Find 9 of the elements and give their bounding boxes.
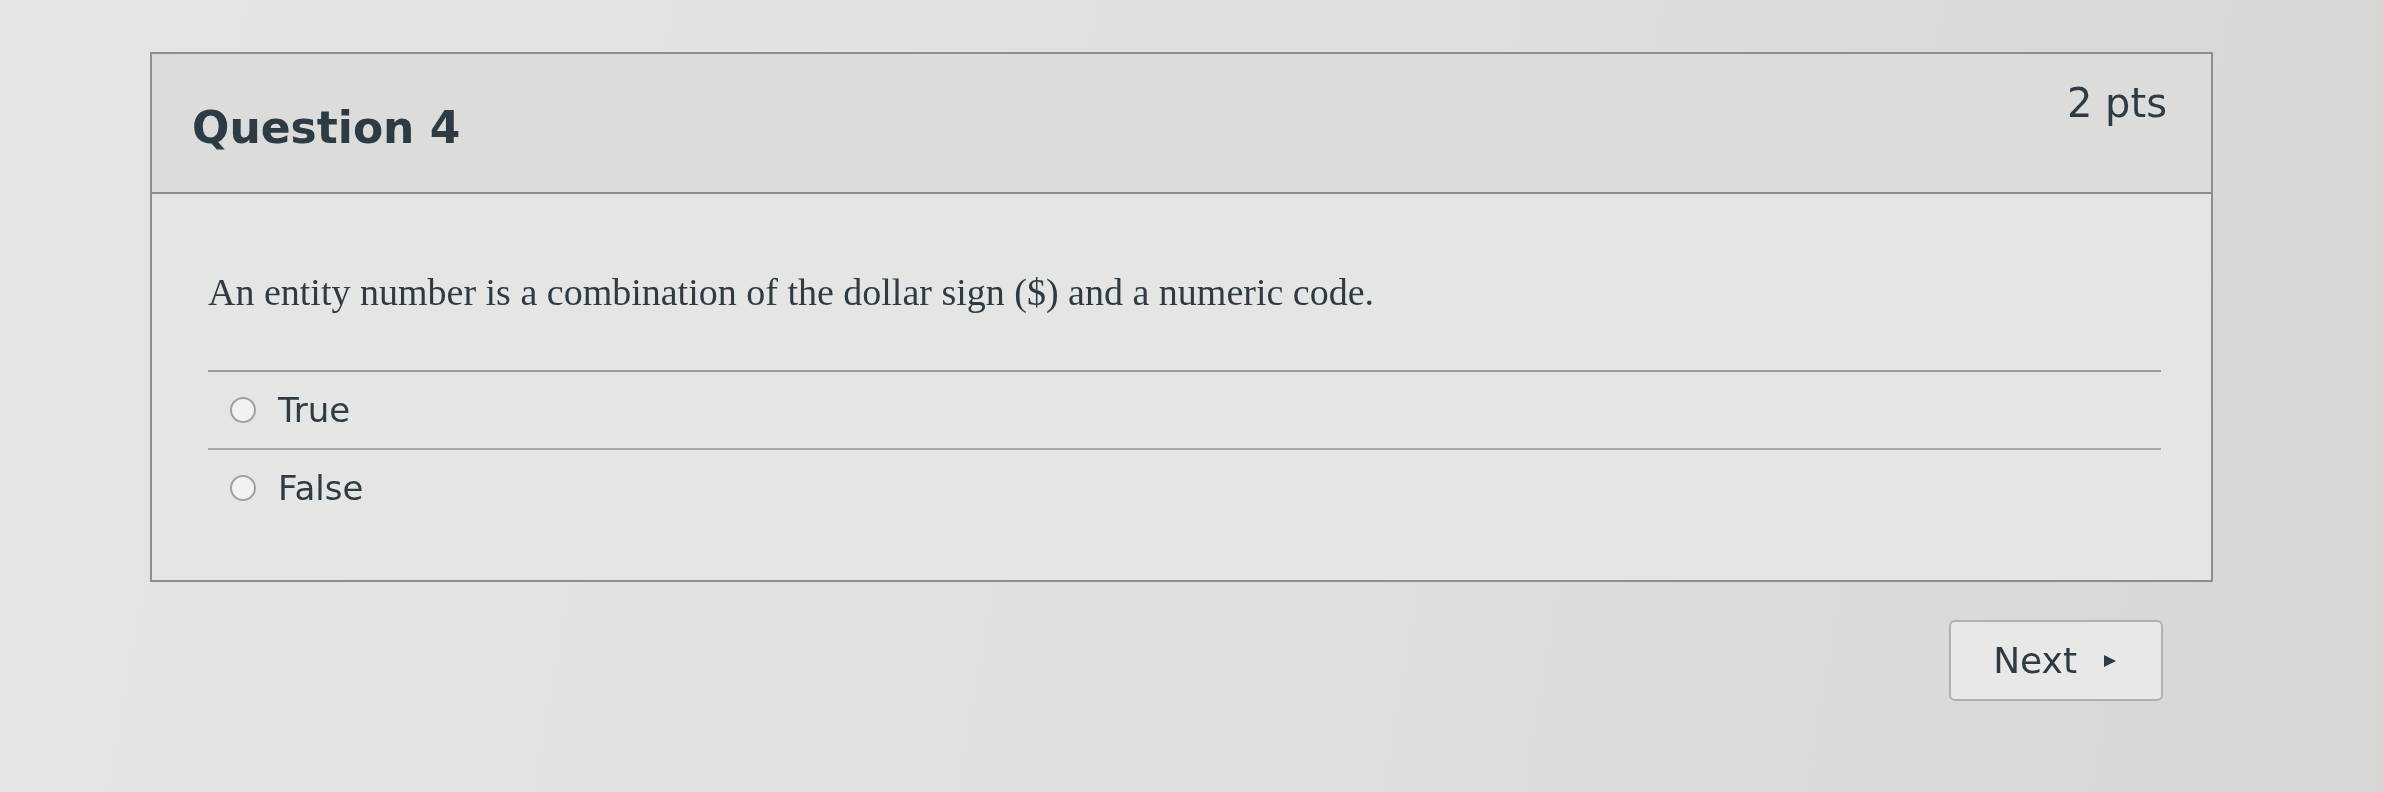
arrow-right-icon xyxy=(2103,653,2117,668)
radio-button[interactable] xyxy=(230,475,256,501)
question-text: An entity number is a combination of the dollar sign ($) and a numeric code. xyxy=(208,270,1376,314)
question-title: Question 4 xyxy=(192,102,461,153)
radio-button[interactable] xyxy=(230,397,256,423)
answer-option-label[interactable]: False xyxy=(278,468,364,508)
next-button[interactable]: Next xyxy=(1949,620,2163,701)
points-label: 2 pts xyxy=(2066,80,2167,126)
answer-option-label[interactable]: True xyxy=(278,390,351,430)
